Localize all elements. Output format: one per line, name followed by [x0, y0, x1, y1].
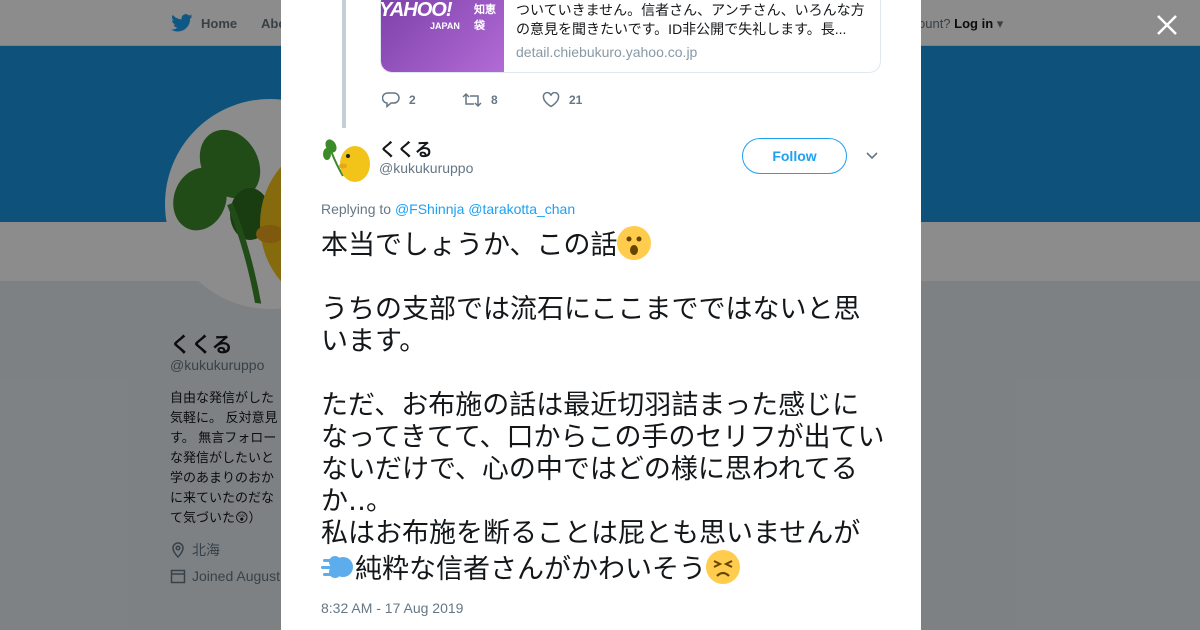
- retweet-count: 8: [491, 93, 498, 107]
- prev-tweet-actions: 2 8 21: [382, 92, 622, 108]
- retweet-icon: [462, 92, 482, 108]
- retweet-action[interactable]: 8: [462, 92, 542, 108]
- tweet-para-4-text: 純粋な信者さんがかわいそう: [355, 554, 706, 585]
- card-brand-tag: 知恵袋: [474, 4, 496, 32]
- card-domain: detail.chiebukuro.yahoo.co.jp: [516, 44, 698, 60]
- tweet-text: 本当でしょうか、この話 うちの支部では流石にここまでではないと思います。 ただ、…: [321, 226, 886, 586]
- card-thumbnail: YAHOO! JAPAN 知恵袋: [381, 0, 504, 72]
- reply-count: 2: [409, 93, 416, 107]
- tweet-para-2: うちの支部では流石にここまでではないと思います。: [321, 294, 861, 357]
- tweet-para-4: 純粋な信者さんがかわいそう: [321, 550, 886, 586]
- heart-icon: [542, 92, 560, 108]
- author-avatar[interactable]: [321, 136, 370, 185]
- astonished-face-icon: [617, 226, 652, 260]
- tired-face-icon: [706, 550, 740, 584]
- author-handle[interactable]: @kukukuruppo: [379, 160, 473, 176]
- reply-action[interactable]: 2: [382, 92, 462, 108]
- card-brand: YAHOO!: [380, 0, 453, 21]
- reply-mention-1[interactable]: @FShinnja: [395, 201, 464, 217]
- follow-button[interactable]: Follow: [742, 138, 847, 174]
- tweet-line-1: 本当でしょうか、この話: [321, 226, 886, 262]
- tweet-para-3: ただ、お布施の話は最近切羽詰まった感じになってきてて、口からこの手のセリフが出て…: [321, 390, 885, 549]
- card-brand-sub: JAPAN: [430, 21, 460, 31]
- dashing-away-icon: [321, 550, 355, 584]
- card-description: ついていきません。信者さん、アンチさん、いろんな方の意見を聞きたいです。ID非公…: [516, 2, 865, 37]
- like-action[interactable]: 21: [542, 92, 622, 108]
- chevron-down-icon[interactable]: [865, 149, 879, 163]
- author-name[interactable]: くくる: [379, 136, 433, 162]
- replying-prefix: Replying to: [321, 201, 392, 217]
- tweet-timestamp[interactable]: 8:32 AM - 17 Aug 2019: [321, 600, 463, 616]
- like-count: 21: [569, 93, 583, 107]
- close-icon[interactable]: [1154, 12, 1180, 38]
- reply-mention-2[interactable]: @tarakotta_chan: [468, 201, 575, 217]
- link-preview-card[interactable]: YAHOO! JAPAN 知恵袋 ついていきません。信者さん、アンチさん、いろん…: [380, 0, 881, 73]
- card-body: ついていきません。信者さん、アンチさん、いろんな方の意見を聞きたいです。ID非公…: [504, 0, 880, 72]
- reply-icon: [382, 92, 400, 108]
- tweet-line-1-text: 本当でしょうか、この話: [321, 230, 618, 261]
- thread-connector: [342, 0, 346, 128]
- tweet-modal: YAHOO! JAPAN 知恵袋 ついていきません。信者さん、アンチさん、いろん…: [281, 0, 921, 630]
- replying-to: Replying to @FShinnja @tarakotta_chan: [321, 201, 575, 217]
